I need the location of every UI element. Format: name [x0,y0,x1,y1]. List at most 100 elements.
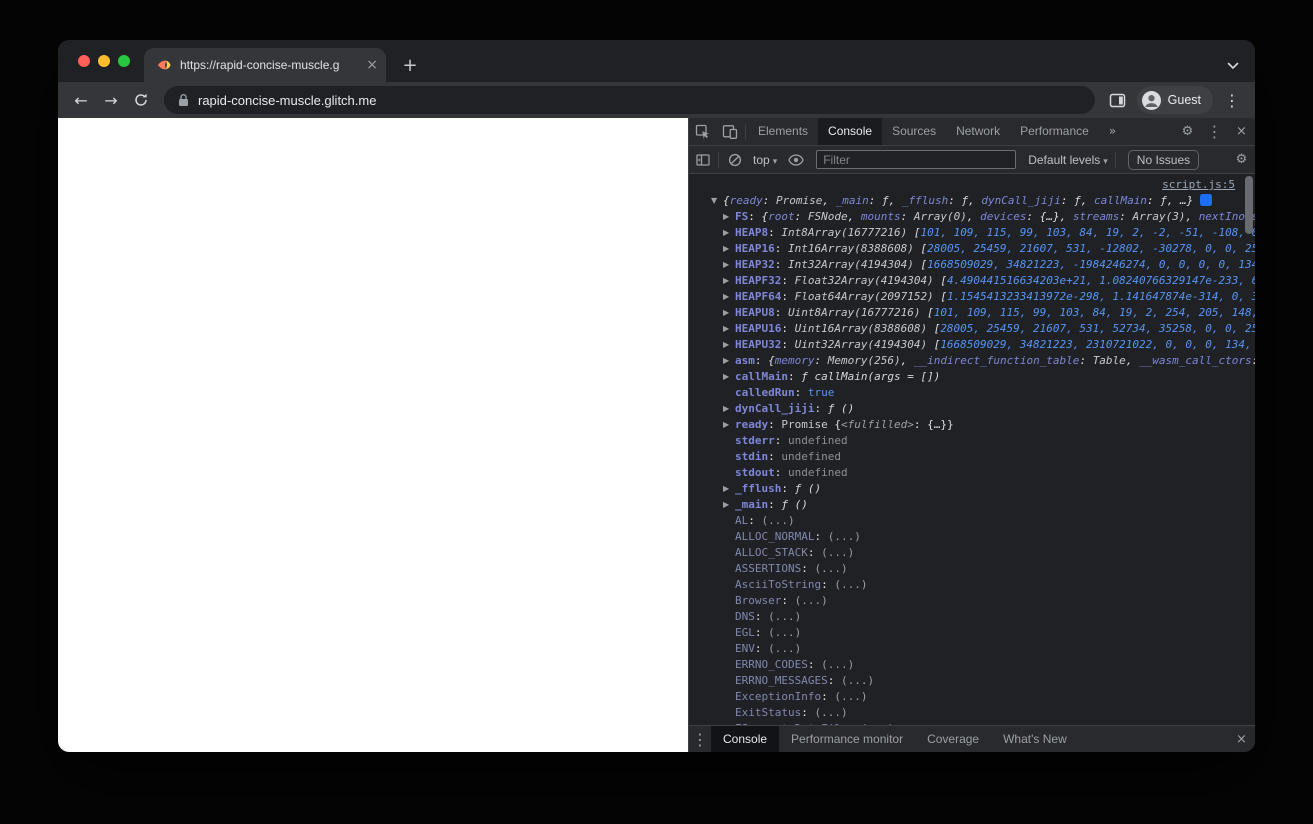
devtools-tab-network[interactable]: Network [946,118,1010,145]
console-token: : [807,546,822,559]
drawer-tab-coverage[interactable]: Coverage [915,726,991,752]
console-token: true [807,386,835,399]
side-panel-button[interactable] [1103,85,1133,115]
drawer-close-button[interactable]: × [1228,726,1255,753]
disclosure-triangle-icon[interactable]: ▶ [723,401,735,417]
browser-tab[interactable]: https://rapid-concise-muscle.g × [144,48,386,82]
console-token[interactable]: (...) [795,594,828,607]
maximize-window-button[interactable] [118,55,130,67]
disclosure-triangle-icon[interactable]: ▶ [723,289,735,305]
filter-input[interactable] [816,150,1017,169]
devtools-tab-console[interactable]: Console [818,118,883,145]
address-bar[interactable]: rapid-concise-muscle.glitch.me [164,86,1095,114]
disclosure-triangle-icon[interactable]: ▶ [723,241,735,257]
lock-icon[interactable] [178,93,189,107]
console-token[interactable]: (...) [762,514,795,527]
drawer-tab-what-s-new[interactable]: What's New [991,726,1079,752]
console-token: HEAP8 [735,226,769,239]
console-line: stdout: undefined [689,465,1255,481]
console-token: : [781,290,795,303]
devtools-tab-sources[interactable]: Sources [882,118,946,145]
console-line: ▶ _main: ƒ () [689,497,1255,513]
browser-menu-button[interactable]: ⋮ [1217,85,1247,115]
divider [718,151,719,168]
console-token: ƒ callMain(args = []) [801,370,941,383]
devtools-settings-button[interactable]: ⚙ [1174,118,1201,145]
disclosure-triangle-icon[interactable]: ▶ [723,337,735,353]
disclosure-triangle-icon[interactable]: ▶ [723,225,735,241]
disclosure-triangle-icon[interactable]: ▶ [723,353,735,369]
console-token: , [1080,194,1094,207]
source-link[interactable]: script.js:5 [1162,178,1235,191]
console-line: ▶ asm: {memory: Memory(256), __indirect_f… [689,353,1255,369]
device-toolbar-button[interactable] [716,118,743,145]
disclosure-triangle-icon[interactable]: ▶ [723,209,735,225]
devtools-drawer: ⋮ Console Performance monitor Coverage What… [689,725,1255,752]
console-token[interactable]: (...) [861,722,894,725]
disclosure-triangle-icon[interactable]: ▶ [723,305,735,321]
console-token: Promise [776,194,823,207]
forward-button[interactable]: → [96,85,126,115]
disclosure-triangle-icon[interactable]: ▶ [723,369,735,385]
context-selector[interactable]: top ▾ [748,153,782,167]
back-button[interactable]: ← [66,85,96,115]
console-token[interactable]: (...) [768,610,801,623]
console-scrollbar[interactable] [1245,176,1253,234]
console-token: Float64Array(2097152) [794,290,941,303]
console-token[interactable]: (...) [834,578,867,591]
devtools-menu-button[interactable]: ⋮ [1201,118,1228,145]
disclosure-triangle-icon[interactable]: ▶ [723,497,735,513]
console-token[interactable]: (...) [828,530,861,543]
close-window-button[interactable] [78,55,90,67]
eye-icon [788,153,804,166]
tab-close-icon[interactable]: × [366,58,378,72]
devtools-tab-performance[interactable]: Performance [1010,118,1099,145]
disclosure-triangle-icon[interactable]: ▶ [723,481,735,497]
minimize-window-button[interactable] [98,55,110,67]
profile-button[interactable]: Guest [1136,86,1213,114]
chevron-down-icon [1227,62,1239,70]
console-token[interactable]: (...) [841,674,874,687]
console-token[interactable]: (...) [814,562,847,575]
drawer-tab-performance-monitor[interactable]: Performance monitor [779,726,915,752]
new-tab-button[interactable]: + [398,53,422,77]
inspect-element-button[interactable] [689,118,716,145]
console-token: : [1119,210,1133,223]
console-token[interactable]: (...) [834,690,867,703]
browser-window: https://rapid-concise-muscle.g × + ← → r… [58,40,1255,752]
console-line: Browser: (...) [689,593,1255,609]
drawer-tab-console[interactable]: Console [711,726,780,752]
tab-overflow-button[interactable] [1227,57,1239,75]
disclosure-triangle-icon[interactable]: ▶ [723,321,735,337]
devtools-tabs: Elements Console Sources Network Performance [748,118,1099,145]
drawer-menu-button[interactable]: ⋮ [689,726,711,753]
console-sidebar-button[interactable] [689,146,716,173]
clear-console-button[interactable] [721,146,748,173]
issues-counter[interactable]: No Issues [1127,149,1200,170]
devtools-tab-elements[interactable]: Elements [748,118,818,145]
reload-button[interactable] [126,85,156,115]
console-token[interactable]: (...) [768,642,801,655]
disclosure-triangle-icon[interactable]: ▶ [723,273,735,289]
console-token[interactable]: (...) [821,546,854,559]
console-settings-button[interactable]: ⚙ [1228,146,1255,173]
console-token: : [900,210,914,223]
console-line: stderr: undefined [689,433,1255,449]
devtools-close-button[interactable]: × [1228,118,1255,145]
console-token[interactable]: (...) [768,626,801,639]
console-token[interactable]: (...) [814,706,847,719]
log-levels-dropdown[interactable]: Default levels ▾ [1023,153,1113,167]
disclosure-triangle-icon[interactable]: ▶ [723,417,735,433]
create-live-expression-button[interactable] [782,146,809,173]
more-tabs-button[interactable]: » [1099,118,1126,145]
console-token[interactable]: (...) [821,658,854,671]
disclosure-triangle-icon[interactable]: ▼ [711,193,723,209]
console-token: , [888,194,902,207]
console-line: FS_createDataFile: (...) [689,721,1255,725]
console-line: ▶ HEAP16: Int16Array(8388608) [28005, 254… [689,241,1255,257]
console-token: , [968,194,982,207]
disclosure-triangle-icon[interactable]: ▶ [723,257,735,273]
console-line: ALLOC_STACK: (...) [689,545,1255,561]
console-token: ALLOC_STACK [735,546,808,559]
console-token: Uint16Array(8388608) [794,322,934,335]
